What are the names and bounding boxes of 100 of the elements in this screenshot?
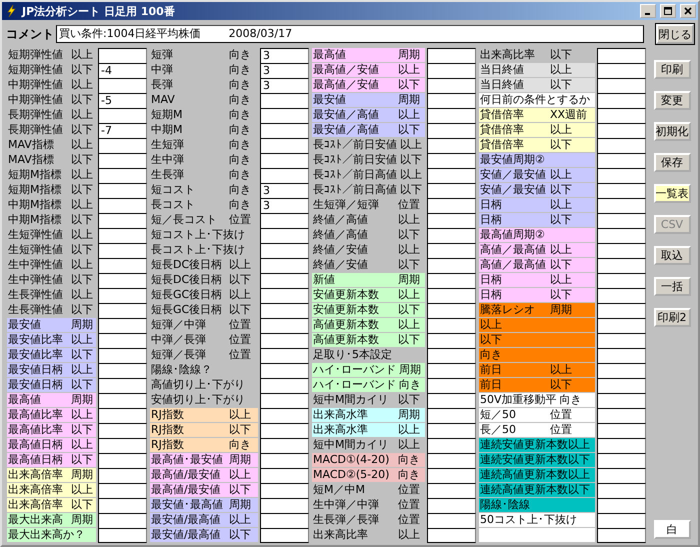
- input-field[interactable]: [260, 213, 309, 228]
- input-field[interactable]: [427, 393, 476, 408]
- input-field[interactable]: [427, 63, 476, 78]
- comment-field[interactable]: 買い条件:1004日経平均株価 2008/03/17: [56, 25, 644, 43]
- input-field[interactable]: [597, 153, 646, 168]
- input-field[interactable]: [260, 168, 309, 183]
- input-field[interactable]: [260, 498, 309, 513]
- input-field[interactable]: [98, 363, 147, 378]
- input-field[interactable]: [98, 378, 147, 393]
- input-field[interactable]: [260, 123, 309, 138]
- input-field[interactable]: [98, 348, 147, 363]
- input-field[interactable]: [597, 483, 646, 498]
- input-field[interactable]: [260, 273, 309, 288]
- input-field[interactable]: 3: [260, 63, 309, 78]
- input-field[interactable]: 3: [260, 183, 309, 198]
- input-field[interactable]: [260, 333, 309, 348]
- input-field[interactable]: -5: [98, 93, 147, 108]
- input-field[interactable]: [597, 348, 646, 363]
- input-field[interactable]: [98, 228, 147, 243]
- input-field[interactable]: [427, 288, 476, 303]
- input-field[interactable]: [597, 363, 646, 378]
- input-field[interactable]: [98, 243, 147, 258]
- action-button[interactable]: 保存: [654, 153, 690, 172]
- input-field[interactable]: [98, 258, 147, 273]
- input-field[interactable]: -4: [98, 63, 147, 78]
- close-button[interactable]: 閉じる: [656, 24, 694, 44]
- input-field[interactable]: [597, 243, 646, 258]
- input-field[interactable]: [427, 168, 476, 183]
- input-field[interactable]: -7: [98, 123, 147, 138]
- input-field[interactable]: [427, 93, 476, 108]
- input-field[interactable]: [260, 393, 309, 408]
- input-field[interactable]: [597, 513, 646, 528]
- action-button[interactable]: 一括: [654, 277, 690, 296]
- input-field[interactable]: [597, 48, 646, 63]
- input-field[interactable]: [597, 258, 646, 273]
- input-field[interactable]: [427, 468, 476, 483]
- input-field[interactable]: [597, 438, 646, 453]
- input-field[interactable]: [427, 438, 476, 453]
- input-field[interactable]: [98, 273, 147, 288]
- input-field[interactable]: [98, 183, 147, 198]
- input-field[interactable]: [98, 468, 147, 483]
- input-field[interactable]: [260, 468, 309, 483]
- input-field[interactable]: [98, 528, 147, 543]
- input-field[interactable]: [260, 108, 309, 123]
- input-field[interactable]: [260, 423, 309, 438]
- action-button[interactable]: 印刷2: [654, 308, 690, 327]
- input-field[interactable]: [597, 408, 646, 423]
- input-field[interactable]: [98, 108, 147, 123]
- input-field[interactable]: [597, 333, 646, 348]
- input-field[interactable]: [597, 108, 646, 123]
- input-field[interactable]: [427, 363, 476, 378]
- input-field[interactable]: [597, 528, 646, 543]
- input-field[interactable]: [260, 408, 309, 423]
- input-field[interactable]: [98, 513, 147, 528]
- input-field[interactable]: [260, 228, 309, 243]
- action-button[interactable]: 初期化: [654, 122, 690, 141]
- input-field[interactable]: [427, 108, 476, 123]
- input-field[interactable]: [597, 138, 646, 153]
- input-field[interactable]: [98, 453, 147, 468]
- input-field[interactable]: [260, 303, 309, 318]
- input-field[interactable]: [427, 378, 476, 393]
- input-field[interactable]: [260, 138, 309, 153]
- input-field[interactable]: [98, 78, 147, 93]
- input-field[interactable]: 3: [260, 198, 309, 213]
- input-field[interactable]: [427, 123, 476, 138]
- close-button[interactable]: [680, 4, 696, 18]
- input-field[interactable]: [98, 438, 147, 453]
- input-field[interactable]: [597, 123, 646, 138]
- input-field[interactable]: [597, 63, 646, 78]
- input-field[interactable]: [260, 318, 309, 333]
- input-field[interactable]: [597, 228, 646, 243]
- input-field[interactable]: [597, 468, 646, 483]
- input-field[interactable]: [427, 273, 476, 288]
- input-field[interactable]: [427, 183, 476, 198]
- input-field[interactable]: [98, 303, 147, 318]
- input-field[interactable]: [427, 483, 476, 498]
- input-field[interactable]: [427, 408, 476, 423]
- input-field[interactable]: [427, 348, 476, 363]
- input-field[interactable]: [427, 258, 476, 273]
- input-field[interactable]: [98, 318, 147, 333]
- input-field[interactable]: [260, 378, 309, 393]
- input-field[interactable]: [427, 78, 476, 93]
- input-field[interactable]: [427, 138, 476, 153]
- input-field[interactable]: [597, 213, 646, 228]
- input-field[interactable]: [427, 228, 476, 243]
- input-field[interactable]: [260, 153, 309, 168]
- input-field[interactable]: [98, 153, 147, 168]
- input-field[interactable]: [98, 48, 147, 63]
- action-button[interactable]: 印刷: [654, 60, 690, 79]
- input-field[interactable]: [260, 243, 309, 258]
- input-field[interactable]: [260, 288, 309, 303]
- input-field[interactable]: [427, 153, 476, 168]
- input-field[interactable]: [98, 198, 147, 213]
- input-field[interactable]: [260, 348, 309, 363]
- action-button[interactable]: 取込: [654, 246, 690, 265]
- input-field[interactable]: [427, 243, 476, 258]
- input-field[interactable]: [597, 498, 646, 513]
- input-field[interactable]: 3: [260, 48, 309, 63]
- input-field[interactable]: [597, 168, 646, 183]
- input-field[interactable]: 3: [260, 78, 309, 93]
